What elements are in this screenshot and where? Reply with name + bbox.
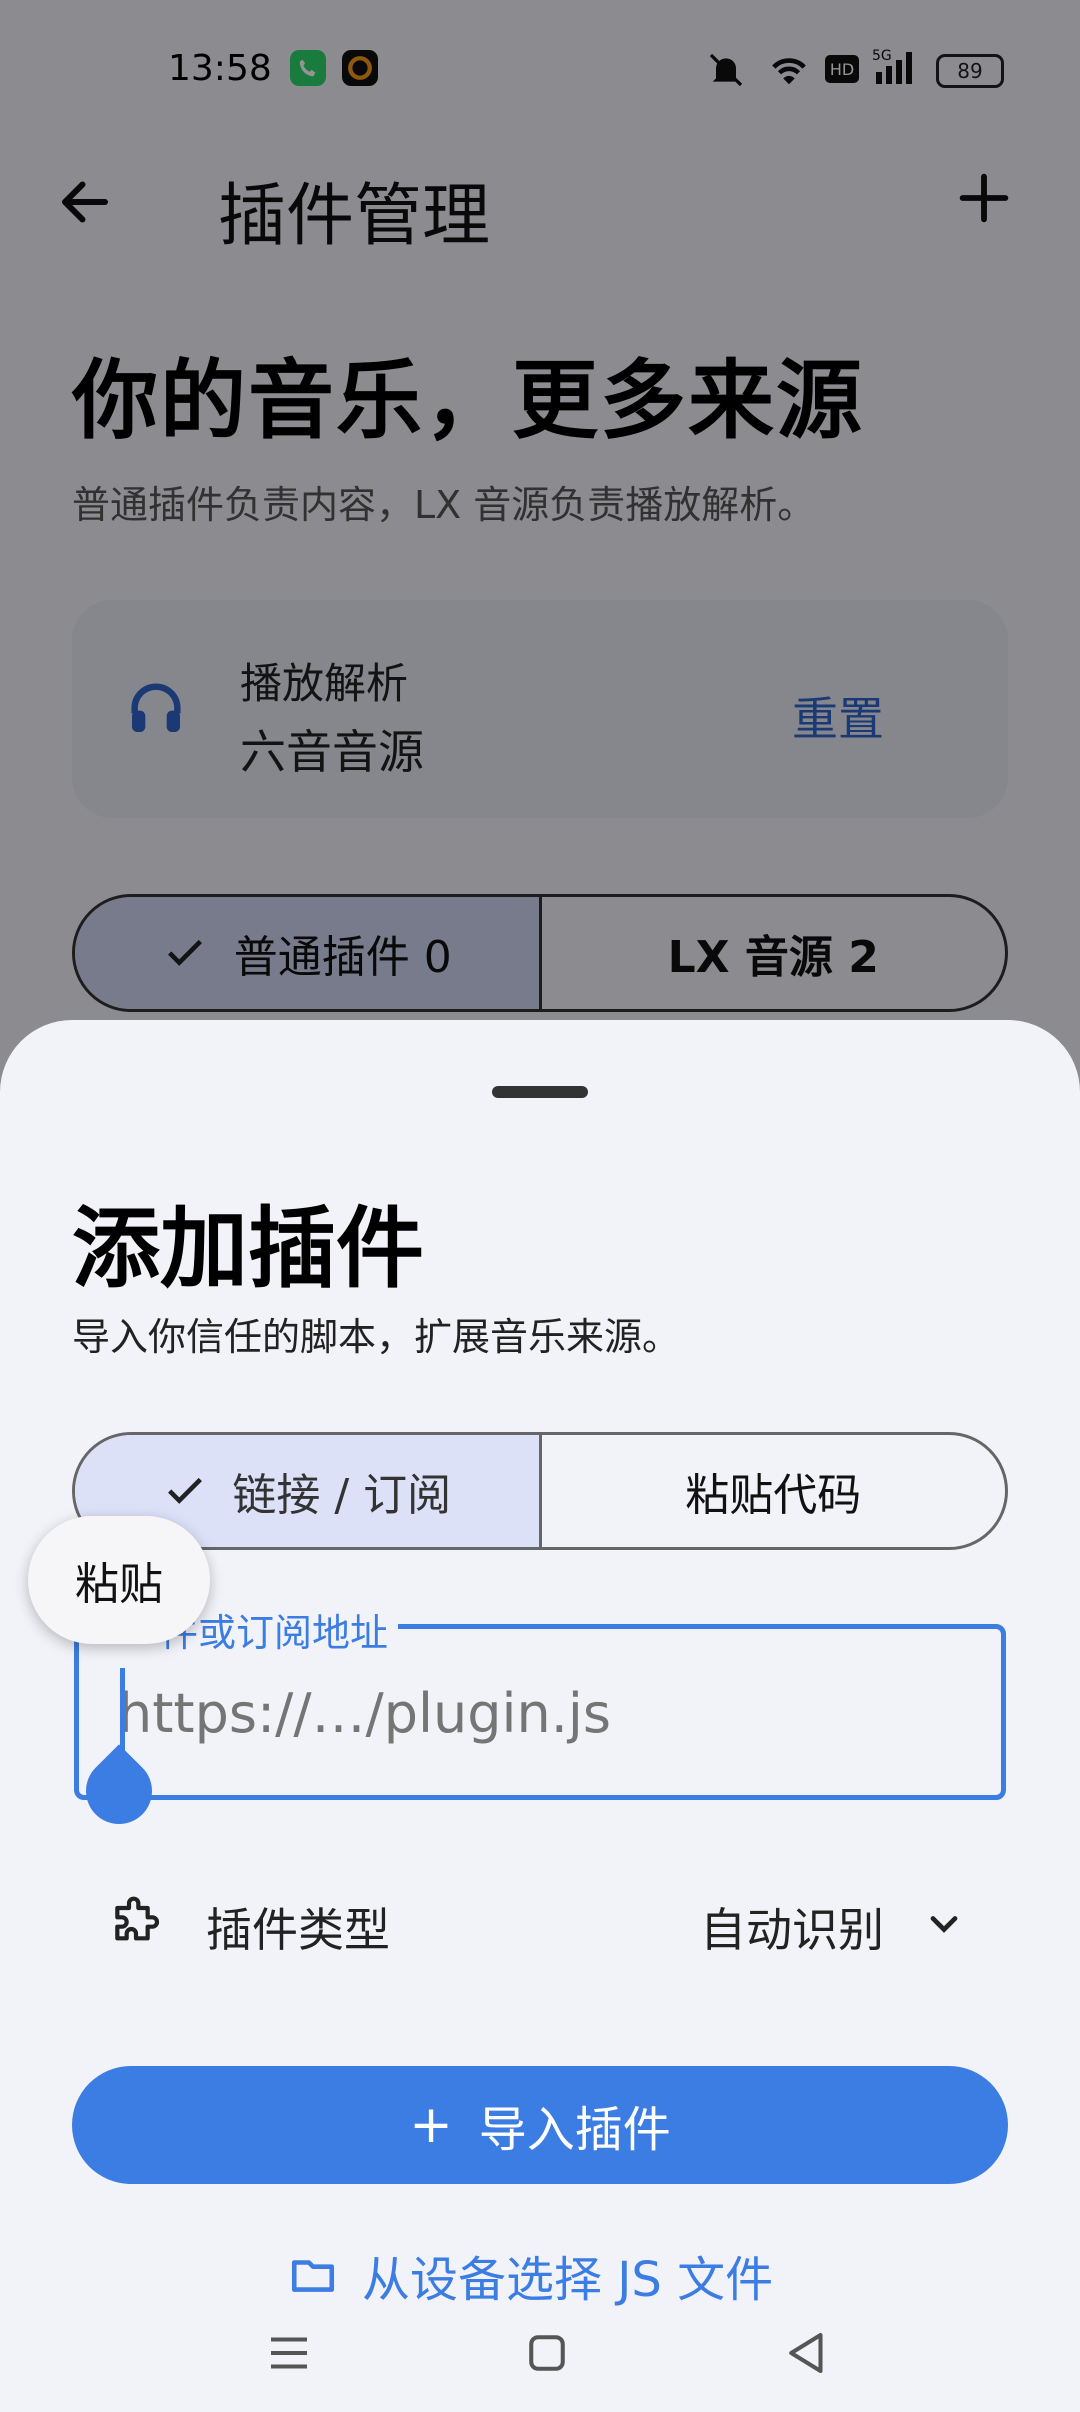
paste-popup[interactable]: 粘贴 bbox=[28, 1516, 210, 1644]
menu-nav-icon[interactable] bbox=[262, 2326, 316, 2380]
import-mode-tabs: 链接 / 订阅 粘贴代码 bbox=[72, 1432, 1008, 1550]
tab-paste-code[interactable]: 粘贴代码 bbox=[542, 1435, 1006, 1547]
sheet-subtitle: 导入你信任的脚本，扩展音乐来源。 bbox=[72, 1315, 681, 1359]
plugin-type-select[interactable]: 自动识别 bbox=[700, 1894, 884, 1960]
plus-icon: + bbox=[409, 2095, 453, 2155]
import-button-label: 导入插件 bbox=[478, 2102, 671, 2158]
sheet-title: 添加插件 bbox=[72, 1197, 425, 1300]
choose-file-link[interactable]: 从设备选择 JS 文件 bbox=[288, 2240, 773, 2310]
chevron-down-icon[interactable] bbox=[922, 1902, 966, 1946]
puzzle-icon bbox=[108, 1894, 168, 1954]
import-plugin-button[interactable]: + 导入插件 bbox=[72, 2066, 1008, 2184]
plugin-type-label: 插件类型 bbox=[206, 1903, 390, 1957]
sheet-drag-handle[interactable] bbox=[492, 1086, 588, 1098]
tab-label: 粘贴代码 bbox=[685, 1470, 862, 1521]
url-input[interactable] bbox=[118, 1682, 978, 1745]
check-icon bbox=[168, 1477, 203, 1504]
choose-file-label: 从设备选择 JS 文件 bbox=[362, 2252, 774, 2308]
home-nav-icon[interactable] bbox=[520, 2326, 574, 2380]
tab-label: 链接 / 订阅 bbox=[232, 1470, 452, 1521]
folder-icon bbox=[291, 2260, 335, 2292]
back-nav-icon[interactable] bbox=[780, 2326, 834, 2380]
text-caret bbox=[120, 1668, 125, 1752]
